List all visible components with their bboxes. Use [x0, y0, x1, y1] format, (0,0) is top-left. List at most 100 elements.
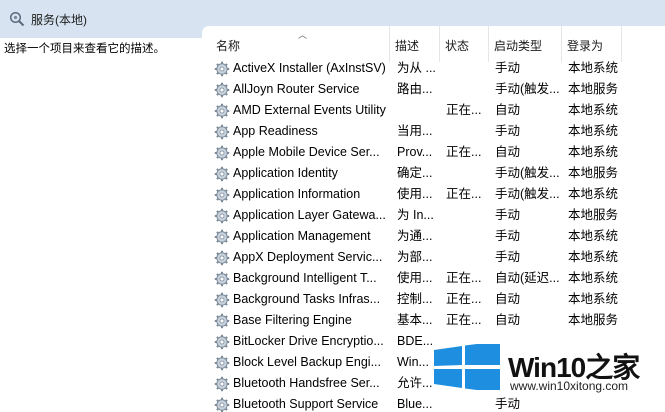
service-log-on-as: 本地系统	[568, 124, 619, 138]
service-description: Prov...	[397, 145, 433, 159]
service-gear-icon	[214, 292, 230, 308]
table-row[interactable]: Apple Mobile Device Ser... Prov... 正在... 自动…	[202, 142, 665, 163]
table-row[interactable]: ActiveX Installer (AxInstSV) 为从 ... 手动 本地系统	[202, 58, 665, 79]
service-log-on-as: 本地服务	[568, 208, 619, 222]
table-row[interactable]: App Readiness 当用... 手动 本地系统	[202, 121, 665, 142]
service-startup-type: 自动	[495, 103, 521, 117]
service-description	[397, 100, 437, 121]
service-description: 使用...	[397, 271, 433, 285]
service-log-on-as: 本地服务	[568, 82, 619, 96]
service-status	[446, 247, 488, 268]
service-startup-type: 自动	[495, 145, 521, 159]
service-status: 正在...	[446, 313, 482, 327]
table-row[interactable]: Base Filtering Engine 基本... 正在... 自动 本地服务	[202, 310, 665, 331]
service-name: AMD External Events Utility	[233, 103, 386, 117]
service-startup-type: 手动	[495, 250, 521, 264]
service-name: Bluetooth Handsfree Ser...	[233, 376, 380, 390]
column-header-log-on-as[interactable]: 登录为	[562, 26, 622, 62]
service-status: 正在...	[446, 271, 482, 285]
service-log-on-as: 本地服务	[568, 166, 619, 180]
table-row[interactable]: AllJoyn Router Service 路由... 手动(触发... 本地服务	[202, 79, 665, 100]
service-gear-icon	[214, 271, 230, 287]
table-row[interactable]: Background Intelligent T... 使用... 正在... 自动(…	[202, 268, 665, 289]
service-description: 基本...	[397, 313, 433, 327]
service-description: 路由...	[397, 82, 433, 96]
service-name: Application Management	[233, 229, 371, 243]
service-startup-type: 手动(触发...	[495, 166, 560, 180]
service-name: Base Filtering Engine	[233, 313, 352, 327]
table-row[interactable]: Application Layer Gatewa... 为 In... 手动 本地服务	[202, 205, 665, 226]
description-text: 选择一个项目来查看它的描述。	[4, 43, 165, 55]
table-row[interactable]: Application Management 为通... 手动 本地系统	[202, 226, 665, 247]
service-log-on-as: 本地系统	[568, 271, 619, 285]
table-row[interactable]: Application Identity 确定... 手动(触发... 本地服务	[202, 163, 665, 184]
service-description: 为部...	[397, 250, 433, 264]
service-log-on-as: 本地系统	[568, 103, 619, 117]
column-header-name[interactable]: ︿ 名称	[202, 26, 390, 62]
column-header-status[interactable]: 状态	[440, 26, 489, 62]
service-startup-type: 自动	[495, 292, 521, 306]
service-gear-icon	[214, 397, 230, 412]
service-description: 为通...	[397, 229, 433, 243]
service-gear-icon	[214, 166, 230, 182]
column-headers: ︿ 名称 描述 状态 启动类型 登录为	[202, 26, 665, 62]
service-startup-type: 手动	[495, 229, 521, 243]
service-name: Background Tasks Infras...	[233, 292, 381, 306]
service-name: Application Layer Gatewa...	[233, 208, 386, 222]
watermark-url: www.win10xitong.com	[510, 379, 629, 393]
service-name: Background Intelligent T...	[233, 271, 377, 285]
sort-ascending-icon: ︿	[298, 30, 308, 40]
table-row[interactable]: Background Tasks Infras... 控制... 正在... 自动 本地…	[202, 289, 665, 310]
table-row[interactable]: Application Information 使用... 正在... 手动(触发..…	[202, 184, 665, 205]
service-gear-icon	[214, 103, 230, 119]
service-name: AppX Deployment Servic...	[233, 250, 383, 264]
window-title: 服务(本地)	[31, 12, 87, 27]
windows-logo-icon	[434, 344, 500, 390]
service-gear-icon	[214, 82, 230, 98]
service-description: 确定...	[397, 166, 433, 180]
service-description: 为 In...	[397, 208, 434, 222]
service-startup-type: 自动(延迟...	[495, 271, 560, 285]
service-name: Application Information	[233, 187, 361, 201]
column-header-description[interactable]: 描述	[390, 26, 440, 62]
service-startup-type: 手动	[495, 124, 521, 138]
service-gear-icon	[214, 61, 230, 77]
service-gear-icon	[214, 250, 230, 266]
service-log-on-as: 本地系统	[568, 229, 619, 243]
service-status	[446, 205, 488, 226]
service-name: BitLocker Drive Encryptio...	[233, 334, 384, 348]
service-status: 正在...	[446, 187, 482, 201]
service-name: App Readiness	[233, 124, 318, 138]
table-row[interactable]: AppX Deployment Servic... 为部... 手动 本地系统	[202, 247, 665, 268]
service-name: ActiveX Installer (AxInstSV)	[233, 61, 386, 75]
service-name: Bluetooth Support Service	[233, 397, 379, 411]
service-log-on-as: 本地系统	[568, 250, 619, 264]
column-header-startup-type[interactable]: 启动类型	[489, 26, 562, 62]
service-gear-icon	[214, 208, 230, 224]
service-gear-icon	[214, 124, 230, 140]
service-status	[446, 58, 488, 79]
service-status	[446, 79, 488, 100]
service-log-on-as: 本地系统	[568, 292, 619, 306]
watermark: Win10之家 www.win10xitong.com	[430, 332, 660, 402]
service-gear-icon	[214, 145, 230, 161]
service-gear-icon	[214, 187, 230, 203]
service-startup-type: 手动(触发...	[495, 82, 560, 96]
table-row[interactable]: AMD External Events Utility 正在... 自动 本地系统	[202, 100, 665, 121]
service-name: Block Level Backup Engi...	[233, 355, 381, 369]
service-log-on-as: 本地系统	[568, 187, 619, 201]
magnifier-gear-icon	[9, 11, 25, 27]
service-log-on-as: 本地服务	[568, 313, 619, 327]
description-pane: 选择一个项目来查看它的描述。	[0, 38, 202, 412]
service-gear-icon	[214, 313, 230, 329]
service-status: 正在...	[446, 103, 482, 117]
service-status	[446, 163, 488, 184]
service-name: Apple Mobile Device Ser...	[233, 145, 380, 159]
service-description: 为从 ...	[397, 61, 436, 75]
service-name: Application Identity	[233, 166, 338, 180]
service-gear-icon	[214, 229, 230, 245]
service-description: 使用...	[397, 187, 433, 201]
service-description: 当用...	[397, 124, 433, 138]
service-status: 正在...	[446, 145, 482, 159]
service-startup-type: 自动	[495, 313, 521, 327]
